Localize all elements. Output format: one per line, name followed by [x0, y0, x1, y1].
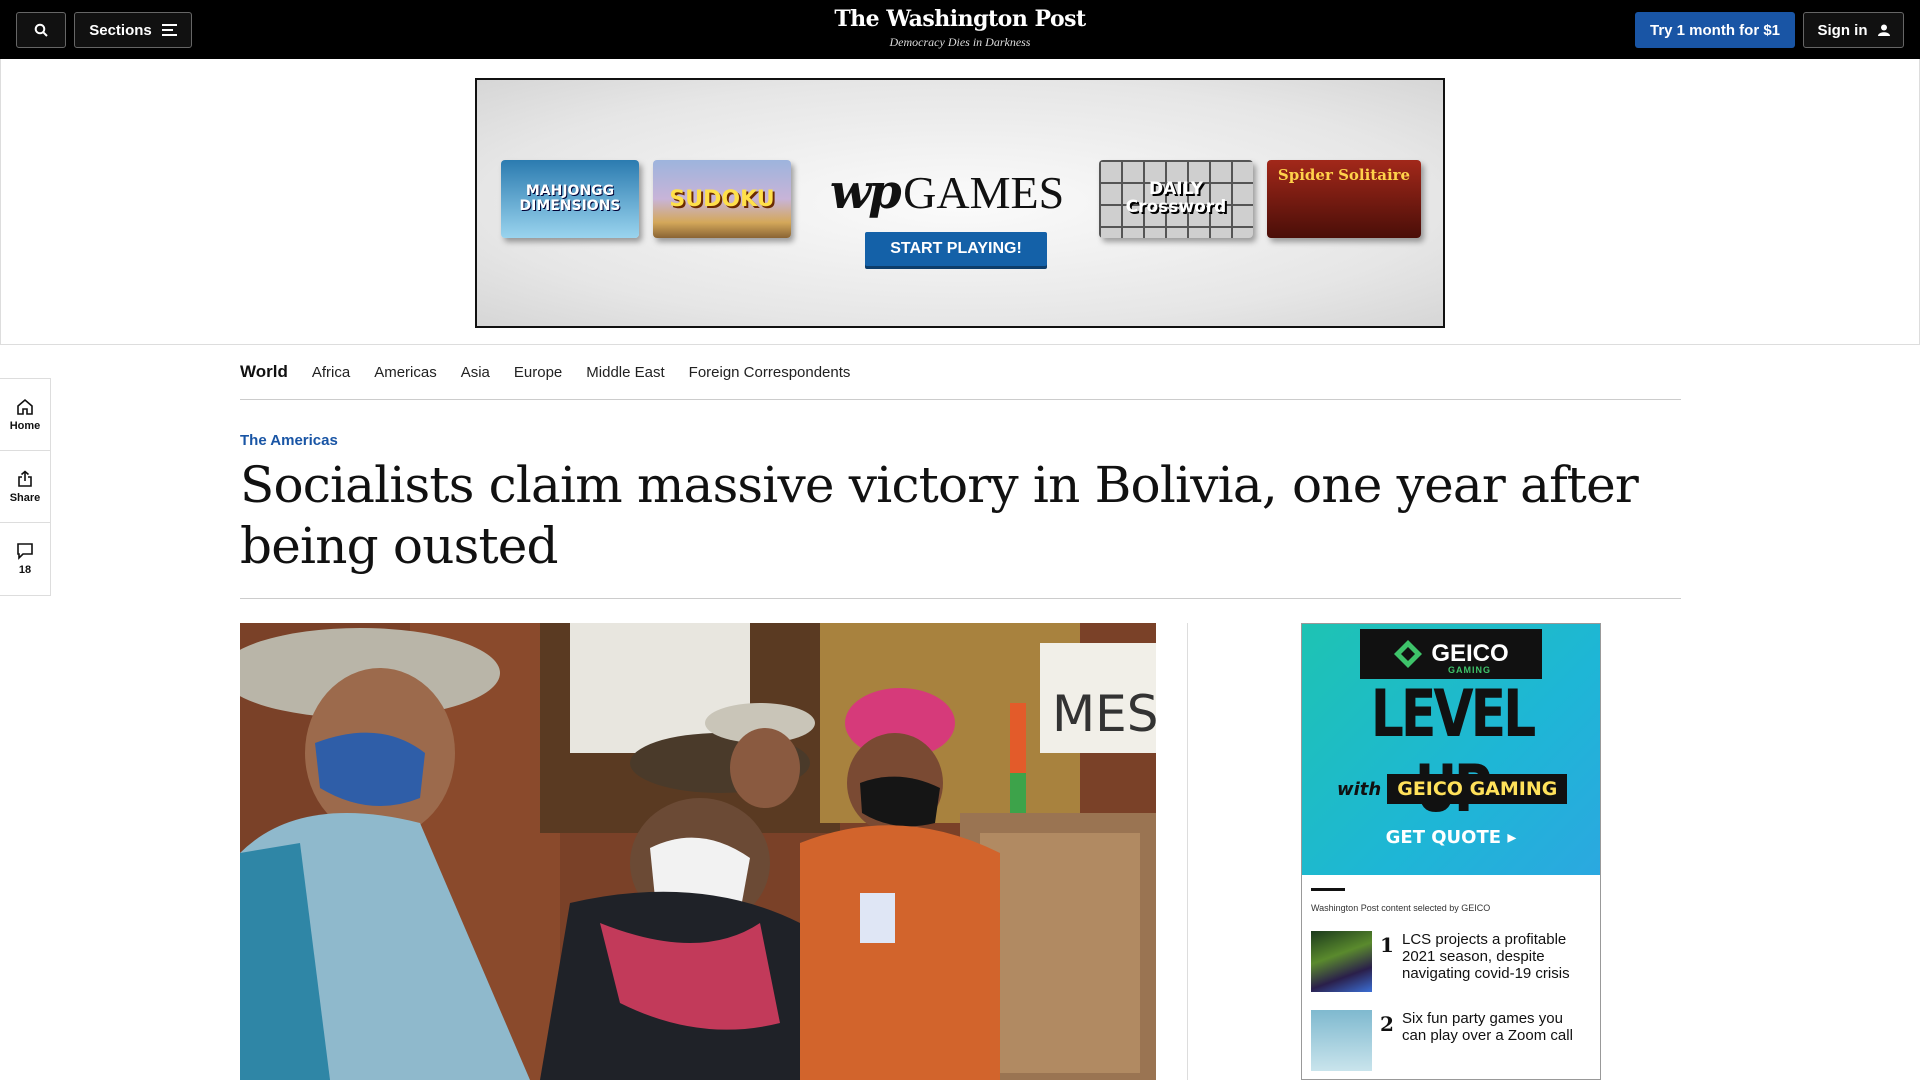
masthead-title: The Washington Post: [834, 6, 1086, 32]
sudoku-tile[interactable]: SUDOKU: [653, 160, 791, 238]
spider-solitaire-tile[interactable]: Spider Solitaire: [1267, 160, 1421, 238]
left-action-rail: Home Share 18: [0, 378, 51, 596]
sections-menu-button[interactable]: Sections: [74, 12, 192, 48]
wp-games-logo-games: GAMES: [903, 167, 1065, 218]
search-icon: [34, 23, 48, 37]
share-label: Share: [9, 491, 41, 504]
with-label: with: [1337, 778, 1382, 800]
subscribe-button[interactable]: Try 1 month for $1: [1635, 12, 1795, 48]
nav-link-africa[interactable]: Africa: [312, 364, 350, 381]
mahjongg-tile[interactable]: MAHJONGG DIMENSIONS: [501, 160, 639, 238]
column-divider: [1187, 623, 1188, 1080]
sign-in-button[interactable]: Sign in: [1803, 12, 1904, 48]
start-playing-button[interactable]: START PLAYING!: [865, 232, 1047, 266]
sponsored-item-number: 2: [1380, 1012, 1394, 1036]
sponsored-content-list: Washington Post content selected by GEIC…: [1302, 875, 1600, 1071]
get-quote-button[interactable]: GET QUOTE ▸: [1302, 827, 1600, 848]
share-button[interactable]: Share: [0, 451, 50, 523]
geico-gaming-label: GEICO GAMING: [1387, 774, 1568, 804]
nav-link-europe[interactable]: Europe: [514, 364, 562, 381]
nav-link-foreign-correspondents[interactable]: Foreign Correspondents: [689, 364, 851, 381]
comment-icon: [17, 543, 33, 560]
article-headline: Socialists claim massive victory in Boli…: [240, 456, 1639, 575]
section-title-world[interactable]: World: [240, 362, 288, 382]
lead-photo[interactable]: MESA Nº: 03: [240, 623, 1156, 1080]
geico-gaming-ad[interactable]: GEICO GAMING LEVEL UP with GEICO GAMING …: [1301, 623, 1601, 1080]
sponsored-item-number: 1: [1380, 933, 1394, 957]
sponsored-rule: [1311, 888, 1345, 891]
nav-link-americas[interactable]: Americas: [374, 364, 437, 381]
headline-divider: [240, 598, 1681, 599]
sign-in-label: Sign in: [1817, 21, 1868, 39]
lead-photo-illustration: MESA Nº: 03: [240, 623, 1156, 1080]
menu-icon: [161, 24, 177, 36]
wp-games-logo: wp GAMES: [827, 164, 1067, 220]
geico-logo-text: GEICO: [1431, 640, 1509, 667]
home-icon: [17, 398, 33, 415]
with-geico-gaming: with GEICO GAMING: [1337, 774, 1568, 804]
sponsored-item-thumbnail[interactable]: [1311, 1010, 1372, 1071]
home-label: Home: [9, 419, 41, 432]
sections-label: Sections: [89, 21, 152, 39]
sponsored-item-title[interactable]: LCS projects a profitable 2021 season, d…: [1402, 931, 1582, 992]
home-button[interactable]: Home: [0, 379, 50, 451]
article-kicker[interactable]: The Americas: [240, 432, 338, 449]
wp-games-logo-wp: wp: [829, 164, 902, 220]
sponsored-item[interactable]: 1 LCS projects a profitable 2021 season,…: [1311, 931, 1591, 992]
sponsored-item[interactable]: 2 Six fun party games you can play over …: [1311, 1010, 1591, 1071]
search-button[interactable]: [16, 12, 66, 48]
level-up-headline: LEVEL UP: [1370, 677, 1537, 827]
top-navigation-bar: Sections The Washington Post Democracy D…: [0, 0, 1920, 59]
geico-diamond-icon: [1394, 640, 1423, 668]
section-navigation: World Africa Americas Asia Europe Middle…: [240, 345, 1681, 400]
sponsored-item-title[interactable]: Six fun party games you can play over a …: [1402, 1010, 1582, 1071]
masthead-tagline: Democracy Dies in Darkness: [889, 35, 1031, 49]
nav-link-middle-east[interactable]: Middle East: [586, 364, 664, 381]
sponsored-note: Washington Post content selected by GEIC…: [1311, 903, 1491, 913]
comments-button[interactable]: 18: [0, 523, 50, 595]
ballot-table-sign: MESA Nº: 03: [1052, 685, 1156, 743]
geico-logo: GEICO GAMING: [1360, 629, 1542, 679]
geico-logo-sub: GAMING: [1448, 665, 1491, 675]
geico-ad-banner[interactable]: GEICO GAMING LEVEL UP with GEICO GAMING …: [1302, 624, 1600, 875]
daily-crossword-tile[interactable]: DAILY Crossword: [1099, 160, 1253, 238]
sponsored-item-thumbnail[interactable]: [1311, 931, 1372, 992]
share-icon: [18, 469, 32, 487]
nav-link-asia[interactable]: Asia: [461, 364, 490, 381]
comments-count: 18: [18, 564, 32, 576]
wp-games-ad[interactable]: MAHJONGG DIMENSIONS SUDOKU wp GAMES STAR…: [475, 78, 1445, 328]
masthead-logo[interactable]: The Washington Post Democracy Dies in Da…: [760, 6, 1160, 50]
user-icon: [1877, 24, 1890, 36]
